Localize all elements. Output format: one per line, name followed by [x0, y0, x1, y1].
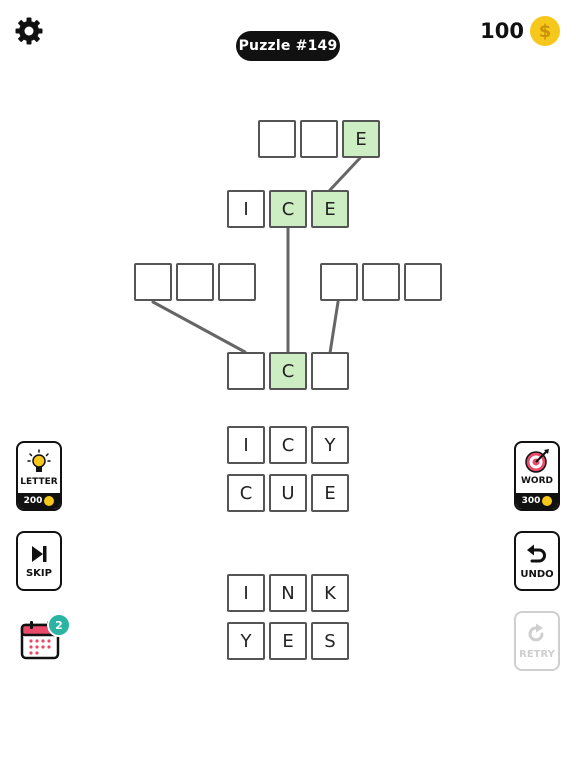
skip-button-label: SKIP [25, 567, 52, 579]
letter-price-value: 200 [23, 496, 43, 506]
board-tile [300, 120, 338, 158]
retry-icon [528, 623, 544, 641]
word-bank-tile[interactable]: I [227, 574, 265, 612]
connector-line [151, 300, 247, 354]
board-tile-solved: E [342, 120, 380, 158]
word-bank-tile[interactable]: Y [311, 426, 349, 464]
connector-line [328, 156, 362, 192]
lightbulb-icon [27, 449, 51, 472]
board-tile-solved: C [269, 190, 307, 228]
word-bank-tile[interactable]: I [227, 426, 265, 464]
connector-line [328, 300, 340, 355]
word-button-label: WORD [521, 476, 553, 486]
word-bank-tile[interactable]: C [227, 474, 265, 512]
word-bank-tile[interactable]: S [311, 622, 349, 660]
coin-icon [44, 496, 55, 506]
board-tile [258, 120, 296, 158]
letter-button-label: LETTER [20, 477, 58, 487]
board-tile [134, 263, 172, 301]
board-tile-solved: E [311, 190, 349, 228]
retry-button-label: RETRY [519, 648, 555, 660]
coin-icon [542, 496, 553, 506]
board-tile [362, 263, 400, 301]
word-bank-tile[interactable]: E [269, 622, 307, 660]
board-tile [320, 263, 358, 301]
board-tile [404, 263, 442, 301]
board-tile [227, 352, 265, 390]
word-bank-tile[interactable]: Y [227, 622, 265, 660]
board-tile [218, 263, 256, 301]
word-bank-tile[interactable]: C [269, 426, 307, 464]
undo-button[interactable]: UNDO [514, 531, 560, 591]
word-bank-tile[interactable]: K [311, 574, 349, 612]
target-icon [525, 449, 549, 473]
word-bank-tile[interactable]: U [269, 474, 307, 512]
undo-icon [527, 544, 546, 562]
word-price: 300 [516, 493, 558, 509]
skip-icon [32, 545, 47, 562]
retry-button[interactable]: RETRY [514, 611, 560, 671]
word-bank-tile[interactable]: N [269, 574, 307, 612]
word-price-value: 300 [521, 496, 541, 506]
letter-hint-button[interactable]: LETTER 200 [16, 441, 62, 511]
word-hint-button[interactable]: WORD 300 [514, 441, 560, 511]
word-bank-tile[interactable]: E [311, 474, 349, 512]
board-tile [311, 352, 349, 390]
board-tile-solved: C [269, 352, 307, 390]
board-tile: I [227, 190, 265, 228]
letter-price: 200 [18, 493, 60, 509]
board-tile [176, 263, 214, 301]
skip-button[interactable]: SKIP [16, 531, 62, 591]
undo-button-label: UNDO [520, 568, 554, 580]
calendar-badge: 2 [47, 613, 71, 637]
